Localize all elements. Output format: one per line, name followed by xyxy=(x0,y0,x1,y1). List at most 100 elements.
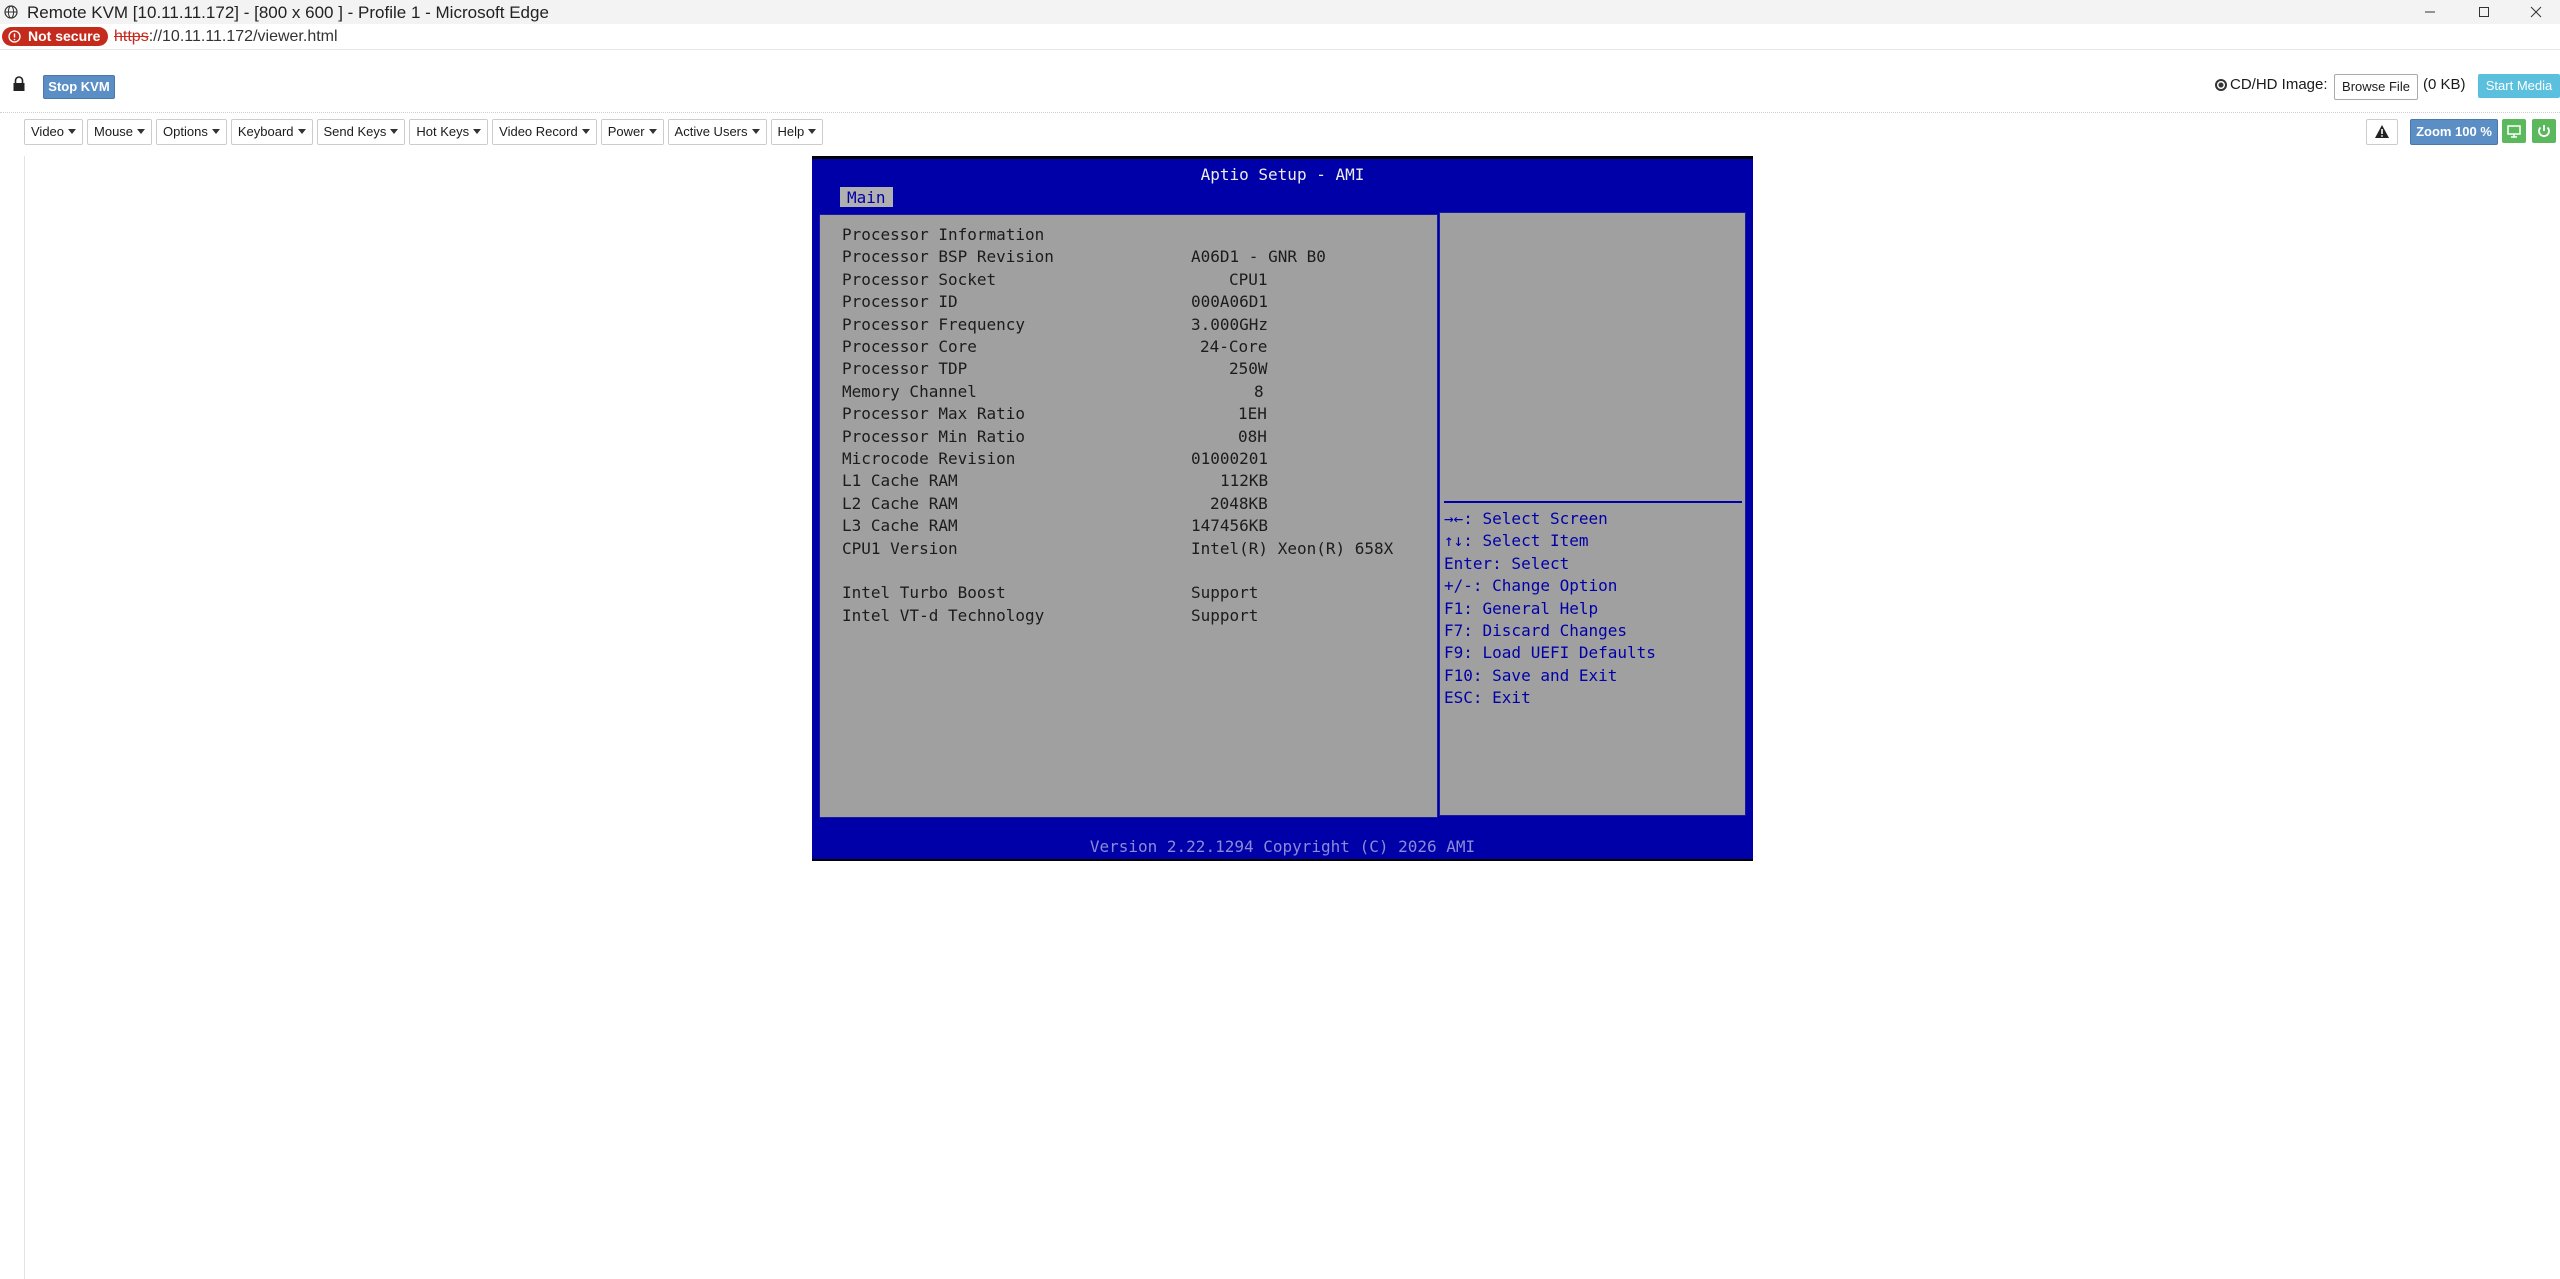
bios-tab-main[interactable]: Main xyxy=(840,187,893,209)
bios-row-value: Support xyxy=(1191,583,1259,603)
menu-active-users[interactable]: Active Users xyxy=(667,119,767,145)
lock-icon[interactable] xyxy=(12,76,26,92)
caret-down-icon xyxy=(473,129,482,134)
globe-icon xyxy=(4,5,18,19)
disc-icon xyxy=(2215,79,2227,91)
power-button[interactable] xyxy=(2532,119,2556,143)
kvm-video-screen[interactable]: Aptio Setup - AMI Main Processor Informa… xyxy=(812,156,1753,861)
zoom-button[interactable]: Zoom 100 % xyxy=(2410,119,2498,145)
file-size-label: (0 KB) xyxy=(2423,76,2466,93)
bios-row-label: L1 Cache RAM xyxy=(842,471,958,491)
bios-header: Aptio Setup - AMI Main xyxy=(812,159,1753,209)
bios-row-label: Processor Core xyxy=(842,337,977,356)
menu-help-label: Help xyxy=(777,124,805,139)
bios-row-label: L2 Cache RAM xyxy=(842,493,958,513)
menu-mouse-label: Mouse xyxy=(94,124,134,139)
bios-row-label: Processor Min Ratio xyxy=(842,426,1026,446)
bios-row-value: A06D1 - GNR B0 xyxy=(1191,247,1326,267)
bios-row-value: Support xyxy=(1191,605,1259,625)
bios-row-label: Microcode Revision xyxy=(842,449,1016,468)
monitor-button[interactable] xyxy=(2502,119,2526,143)
viewer-left-border xyxy=(24,156,25,1279)
browse-file-button[interactable]: Browse File xyxy=(2334,74,2418,100)
bios-help-line: F9: Load UEFI Defaults xyxy=(1444,643,1656,663)
caret-down-icon xyxy=(648,129,657,134)
caret-down-icon xyxy=(211,129,220,134)
menu-help[interactable]: Help xyxy=(770,119,824,145)
warning-icon xyxy=(8,30,21,43)
kvm-menu-bar: Video Mouse Options Keyboard Send Keys H… xyxy=(24,119,824,145)
bios-help-line: →←: Select Screen xyxy=(1444,509,1608,528)
bios-row-value: 2048KB xyxy=(1210,493,1268,513)
bios-row-label: CPU1 Version xyxy=(842,538,958,558)
bios-row-value: 3.000GHz xyxy=(1191,314,1269,334)
caret-down-icon xyxy=(808,129,817,134)
bios-help-line: F10: Save and Exit xyxy=(1444,665,1618,685)
menu-video-record-label: Video Record xyxy=(499,124,578,139)
cd-image-text: CD/HD Image: xyxy=(2230,76,2328,93)
bios-help-line: ESC: Exit xyxy=(1444,688,1531,708)
bios-row-label: Processor ID xyxy=(842,292,958,312)
bios-row-label: Processor TDP xyxy=(842,359,968,379)
bios-help-list: →←: Select Screen ↑↓: Select Item Enter: S… xyxy=(1439,212,1746,816)
bios-footer: Version 2.22.1294 Copyright (C) 2026 AMI xyxy=(812,835,1753,859)
stop-kvm-button[interactable]: Stop KVM xyxy=(43,75,115,99)
bios-row-label: L3 Cache RAM xyxy=(842,516,958,536)
bios-help-line: Enter: Select xyxy=(1444,553,1570,573)
url-scheme: https xyxy=(114,28,149,45)
bios-title: Aptio Setup - AMI xyxy=(1200,165,1365,184)
bios-row-label: Processor Frequency xyxy=(842,314,1026,334)
bios-info-panel: Processor Information Processor BSP Revi… xyxy=(815,210,1442,822)
menu-active-users-label: Active Users xyxy=(674,124,748,139)
menu-video-label: Video xyxy=(31,124,65,139)
bios-help-line: F7: Discard Changes xyxy=(1444,621,1628,640)
bios-row-label: Intel VT-d Technology xyxy=(842,605,1045,625)
window-title: Remote KVM [10.11.11.172] - [800 x 600 ]… xyxy=(27,3,549,22)
caret-down-icon xyxy=(581,129,590,134)
caret-down-icon xyxy=(297,129,306,134)
alert-triangle-icon xyxy=(2375,125,2389,138)
bios-row-value: 24-Core xyxy=(1200,337,1268,356)
menu-keyboard[interactable]: Keyboard xyxy=(230,119,313,145)
address-bar[interactable]: Not secure https://10.11.11.172/viewer.h… xyxy=(0,24,2560,50)
bios-row-label: Processor BSP Revision xyxy=(842,247,1054,267)
alert-button[interactable] xyxy=(2366,119,2398,145)
start-media-button[interactable]: Start Media xyxy=(2478,74,2560,98)
power-icon xyxy=(2538,125,2550,137)
bios-help-line: F1: General Help xyxy=(1444,598,1599,618)
bios-row-value: 250W xyxy=(1229,359,1268,379)
bios-row-value: 000A06D1 xyxy=(1191,292,1269,312)
bios-row-value: Intel(R) Xeon(R) 658X xyxy=(1191,538,1394,558)
monitor-icon xyxy=(2507,125,2521,138)
maximize-icon[interactable] xyxy=(2474,2,2494,22)
bios-row-label: Intel Turbo Boost xyxy=(842,583,1006,603)
bios-help-line: ↑↓: Select Item xyxy=(1444,531,1589,551)
minimize-icon[interactable] xyxy=(2420,2,2440,22)
menu-hot-keys[interactable]: Hot Keys xyxy=(409,119,489,145)
caret-down-icon xyxy=(390,129,399,134)
cd-image-label: CD/HD Image: xyxy=(2215,76,2328,93)
bios-row-value: 112KB xyxy=(1220,471,1269,491)
bios-section-header: Processor Information xyxy=(842,225,1045,244)
url-path: ://10.11.11.172/viewer.html xyxy=(148,28,338,45)
not-secure-badge[interactable]: Not secure xyxy=(2,27,109,46)
menu-video-record[interactable]: Video Record xyxy=(492,119,597,145)
menu-mouse[interactable]: Mouse xyxy=(87,119,153,145)
bios-info-list: Processor Information Processor BSP Revi… xyxy=(819,214,1438,818)
bios-help-line: +/-: Change Option xyxy=(1444,576,1618,596)
help-divider xyxy=(1444,501,1742,503)
menu-power[interactable]: Power xyxy=(600,119,664,145)
bios-row-label: Processor Socket xyxy=(842,269,997,289)
bios-row-value: 08H xyxy=(1238,426,1267,446)
bios-row-value: 1EH xyxy=(1238,404,1267,424)
menu-hot-keys-label: Hot Keys xyxy=(416,124,470,139)
close-icon[interactable] xyxy=(2526,2,2546,22)
caret-down-icon xyxy=(137,129,146,134)
menu-send-keys[interactable]: Send Keys xyxy=(316,119,406,145)
bios-row-value: 8 xyxy=(1254,381,1264,401)
menu-video[interactable]: Video xyxy=(24,119,84,145)
bios-help-panel: →←: Select Screen ↑↓: Select Item Enter: S… xyxy=(1439,212,1746,816)
bios-row-label: Processor Max Ratio xyxy=(842,404,1026,424)
menu-options[interactable]: Options xyxy=(156,119,227,145)
url-text[interactable]: https://10.11.11.172/viewer.html xyxy=(114,28,338,46)
